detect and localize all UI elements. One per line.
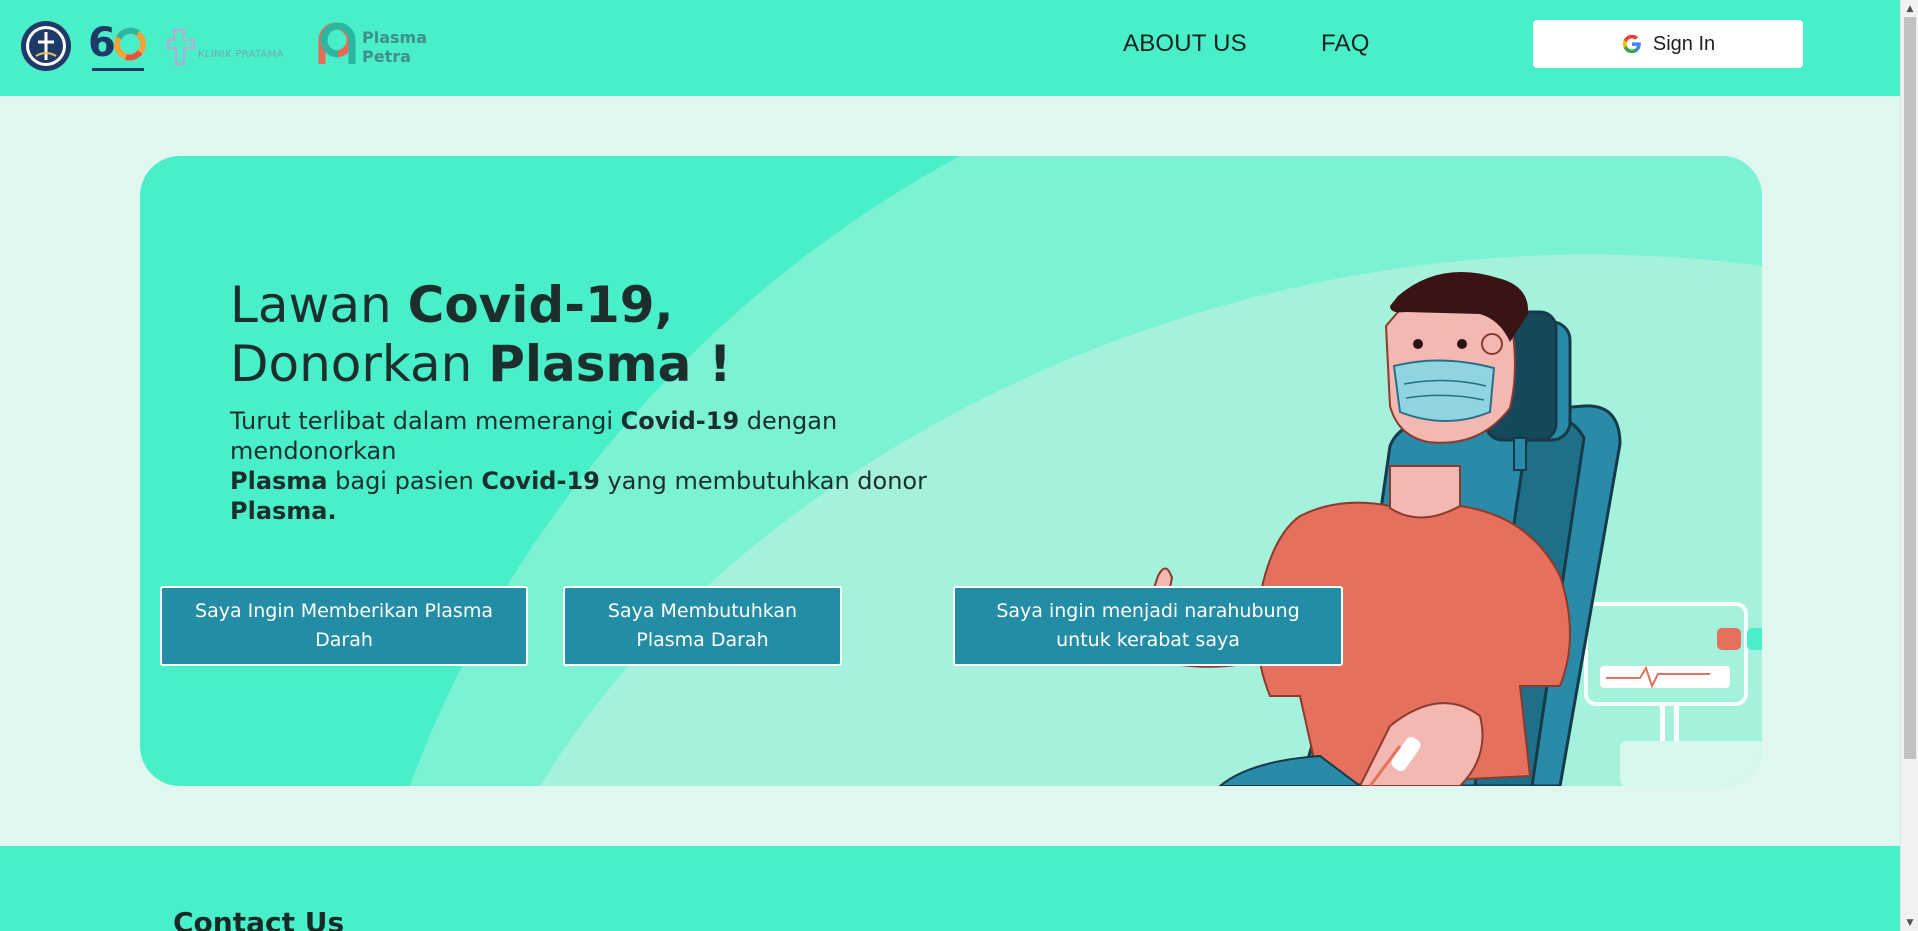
sub-bold-1: Covid-19 (620, 407, 740, 435)
google-icon (1622, 34, 1641, 54)
scroll-down-arrow-icon[interactable]: ▼ (1901, 914, 1918, 931)
hero-title-line1: Lawan Covid-19, (230, 276, 930, 335)
need-plasma-button[interactable]: Saya Membutuhkan Plasma Darah (563, 586, 842, 666)
nav-about-us[interactable]: ABOUT US (1123, 30, 1247, 58)
sub-text-3: bagi pasien (327, 467, 482, 495)
contact-us-title: Contact Us (173, 906, 345, 931)
hero-title-line2: Donorkan Plasma ! (230, 335, 930, 394)
anniversary-60-logo[interactable]: 6 (86, 18, 154, 78)
hero-subtitle: Turut terlibat dalam memerangi Covid-19 … (230, 406, 990, 526)
university-logo[interactable] (20, 20, 72, 72)
plasma-petra-line2: Petra (362, 47, 411, 66)
title-line2-regular: Donorkan (230, 335, 489, 393)
page-scrollbar[interactable]: ▲ ▼ (1900, 0, 1918, 931)
plasma-petra-line1: Plasma (362, 28, 427, 47)
sub-text-1: Turut terlibat dalam memerangi (230, 407, 621, 435)
donate-plasma-button[interactable]: Saya Ingin Memberikan Plasma Darah (160, 586, 528, 666)
page: 6 KLINIK PRATAMA Plasma Petra ABOUT US F… (0, 0, 1900, 931)
nav-faq[interactable]: FAQ (1321, 30, 1370, 58)
hero-title: Lawan Covid-19, Donorkan Plasma ! (230, 276, 930, 394)
scroll-up-arrow-icon[interactable]: ▲ (1901, 0, 1918, 17)
sub-text-4: yang membutuhkan donor (599, 467, 927, 495)
sign-in-label: Sign In (1652, 32, 1716, 55)
plasma-donor-illustration (1124, 272, 1762, 786)
plasma-petra-text: Plasma Petra (362, 28, 427, 66)
klinik-pratama-text: KLINIK PRATAMA (198, 49, 284, 60)
header: 6 KLINIK PRATAMA Plasma Petra ABOUT US F… (0, 0, 1900, 96)
sub-bold-2: Plasma (230, 467, 328, 495)
sub-bold-4: Plasma. (230, 497, 337, 525)
svg-text:6: 6 (88, 20, 116, 66)
sign-in-button[interactable]: Sign In (1533, 20, 1803, 68)
contact-person-button[interactable]: Saya ingin menjadi narahubung untuk kera… (953, 586, 1343, 666)
title-line2-bold: Plasma ! (488, 335, 732, 393)
sub-bold-3: Covid-19 (481, 467, 600, 495)
scroll-thumb[interactable] (1904, 17, 1916, 759)
hero-banner: Lawan Covid-19, Donorkan Plasma ! Turut … (140, 156, 1762, 786)
title-line1-bold: Covid-19, (407, 276, 674, 334)
klinik-pratama-logo[interactable] (166, 24, 290, 70)
footer: Contact Us (0, 846, 1900, 931)
title-line1-regular: Lawan (230, 276, 408, 334)
